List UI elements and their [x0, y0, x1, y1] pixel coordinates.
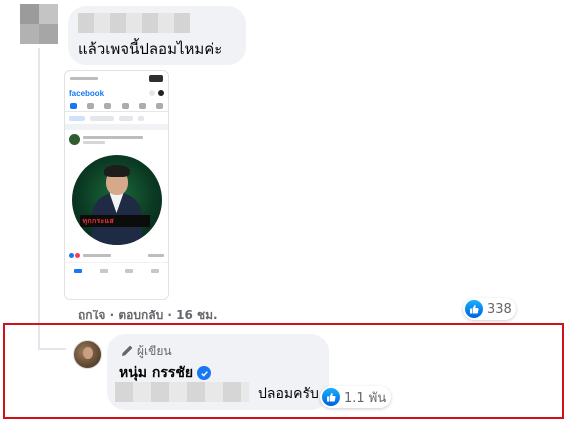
like-reaction-icon — [465, 300, 483, 318]
redacted-reply-text — [115, 382, 249, 402]
phone-post-actions — [65, 262, 168, 273]
comment-actions-row[interactable]: ถูกใจ · ตอบกลับ · 16 ชม. — [78, 310, 248, 320]
phone-post-stats — [65, 245, 168, 258]
attached-screenshot-image[interactable]: facebook ทุกกระแส — [64, 70, 169, 300]
commenter-avatar[interactable] — [20, 4, 58, 44]
author-name[interactable]: หนุ่ม กรรชัย — [119, 362, 193, 384]
reaction-count-text: 338 — [487, 301, 512, 317]
author-avatar[interactable] — [73, 340, 102, 369]
like-reaction-icon — [322, 388, 340, 406]
facebook-logo: facebook — [69, 88, 105, 98]
comment-text: แล้วเพจนี้ปลอมไหมค่ะ — [78, 40, 223, 58]
redacted-commenter-name — [78, 13, 190, 33]
reply-text: ปลอมครับ — [258, 386, 319, 402]
comment-reaction-count[interactable]: 338 — [463, 298, 516, 320]
phone-tabs — [65, 112, 168, 124]
messenger-icon — [158, 90, 164, 96]
author-badge: ผู้เขียน — [121, 342, 172, 361]
phone-post-photo: ทุกกระแส — [71, 155, 162, 245]
phone-post-header — [65, 130, 168, 149]
reply-reaction-count-text: 1.1 พัน — [344, 390, 387, 406]
comment-actions-text[interactable]: ถูกใจ · ตอบกลับ · 16 ชม. — [78, 310, 248, 320]
verified-badge-icon — [197, 366, 212, 380]
author-reply-bubble: ผู้เขียน หนุ่ม กรรชัย ปลอมครับ — [107, 334, 329, 410]
pencil-icon — [121, 342, 133, 361]
phone-nav-row — [65, 100, 168, 112]
thread-line-vertical — [38, 48, 40, 350]
phone-status-pill — [149, 75, 163, 82]
phone-post-banner: ทุกกระแส — [79, 215, 150, 227]
phone-facebook-bar: facebook — [65, 86, 168, 100]
author-label: ผู้เขียน — [137, 344, 172, 358]
reply-reaction-count[interactable]: 1.1 พัน — [320, 386, 392, 408]
phone-status-bar — [65, 71, 168, 86]
comment-bubble: แล้วเพจนี้ปลอมไหมค่ะ — [68, 6, 246, 65]
phone-post-avatar — [69, 134, 80, 145]
search-icon — [149, 90, 155, 96]
